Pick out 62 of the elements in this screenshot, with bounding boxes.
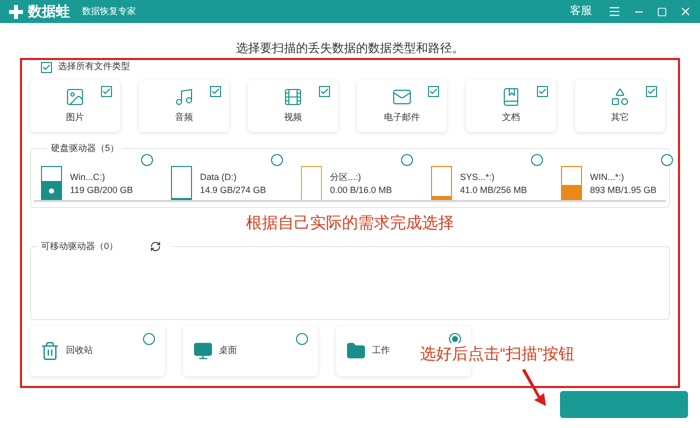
drive-name: Data (D:) — [200, 171, 238, 184]
checkbox[interactable] — [646, 86, 657, 97]
maximize-icon[interactable] — [657, 6, 667, 16]
checkbox[interactable] — [428, 86, 439, 97]
category-card[interactable]: 其它 — [575, 80, 665, 132]
logo-icon — [8, 4, 24, 20]
category-card[interactable]: 图片 — [30, 80, 120, 132]
radio-button[interactable] — [531, 154, 543, 166]
shapes-icon — [610, 87, 630, 108]
drive-usage: 41.0 MB/256 MB — [460, 184, 528, 197]
drive-name: Win...C:) — [70, 171, 106, 184]
app-name: 数据蛙 — [28, 2, 70, 21]
radio-button[interactable] — [141, 154, 153, 166]
drive-name: WIN...*:) — [590, 171, 625, 184]
radio-button[interactable] — [143, 333, 155, 345]
menu-icon[interactable] — [608, 5, 621, 18]
drives-title: 硬盘驱动器（5） — [50, 142, 120, 154]
checkbox[interactable] — [537, 86, 548, 97]
app-subtitle: 数据恢复专家 — [82, 4, 136, 18]
refresh-icon[interactable] — [150, 240, 162, 252]
checkbox[interactable] — [210, 86, 221, 97]
category-label: 其它 — [611, 111, 629, 124]
trash-icon — [40, 341, 60, 361]
annotation-text: 选好后点击“扫描”按钮 — [420, 343, 575, 367]
music-note-icon — [174, 87, 194, 108]
checkbox[interactable] — [319, 86, 330, 97]
category-card[interactable]: 视频 — [248, 80, 338, 132]
page-heading: 选择要扫描的丢失数据的数据类型和路径。 — [235, 40, 465, 56]
drive-name: 分区...:) — [330, 171, 362, 184]
category-label: 音频 — [175, 111, 193, 124]
location-card[interactable]: 回收站 — [30, 326, 165, 376]
monitor-icon — [193, 341, 213, 361]
drive-usage: 893 MB/1.95 GB — [590, 184, 657, 197]
category-card[interactable]: 文档 — [466, 80, 556, 132]
folder-icon — [346, 341, 366, 361]
location-label: 工作 — [372, 344, 390, 358]
drive-name: SYS...*:) — [460, 171, 496, 184]
radio-button[interactable] — [401, 154, 413, 166]
category-card[interactable]: 电子邮件 — [357, 80, 447, 132]
checkbox[interactable] — [41, 62, 52, 72]
category-card[interactable]: 音频 — [139, 80, 229, 132]
removable-title: 可移动驱动器（0） — [41, 240, 118, 252]
drive-usage: 14.9 GB/274 GB — [200, 184, 266, 197]
category-label: 电子邮件 — [384, 111, 420, 124]
location-label: 回收站 — [66, 344, 93, 358]
select-all-label: 选择所有文件类型 — [58, 60, 130, 74]
category-label: 视频 — [284, 111, 302, 124]
drive-usage: 119 GB/200 GB — [70, 184, 133, 197]
location-card[interactable]: 桌面 — [183, 326, 318, 376]
checkbox[interactable] — [101, 86, 112, 97]
category-label: 图片 — [66, 111, 84, 124]
location-label: 桌面 — [219, 344, 237, 358]
drive-usage: 0.00 B/16.0 MB — [330, 184, 392, 197]
close-icon[interactable] — [679, 5, 692, 18]
film-icon — [283, 87, 303, 108]
radio-button[interactable] — [271, 154, 283, 166]
radio-button[interactable] — [661, 154, 673, 166]
image-icon — [65, 87, 85, 108]
category-label: 文档 — [502, 111, 520, 124]
annotation-text: 根据自己实际的需求完成选择 — [246, 214, 454, 234]
radio-button[interactable] — [296, 333, 308, 345]
book-icon — [501, 87, 521, 108]
